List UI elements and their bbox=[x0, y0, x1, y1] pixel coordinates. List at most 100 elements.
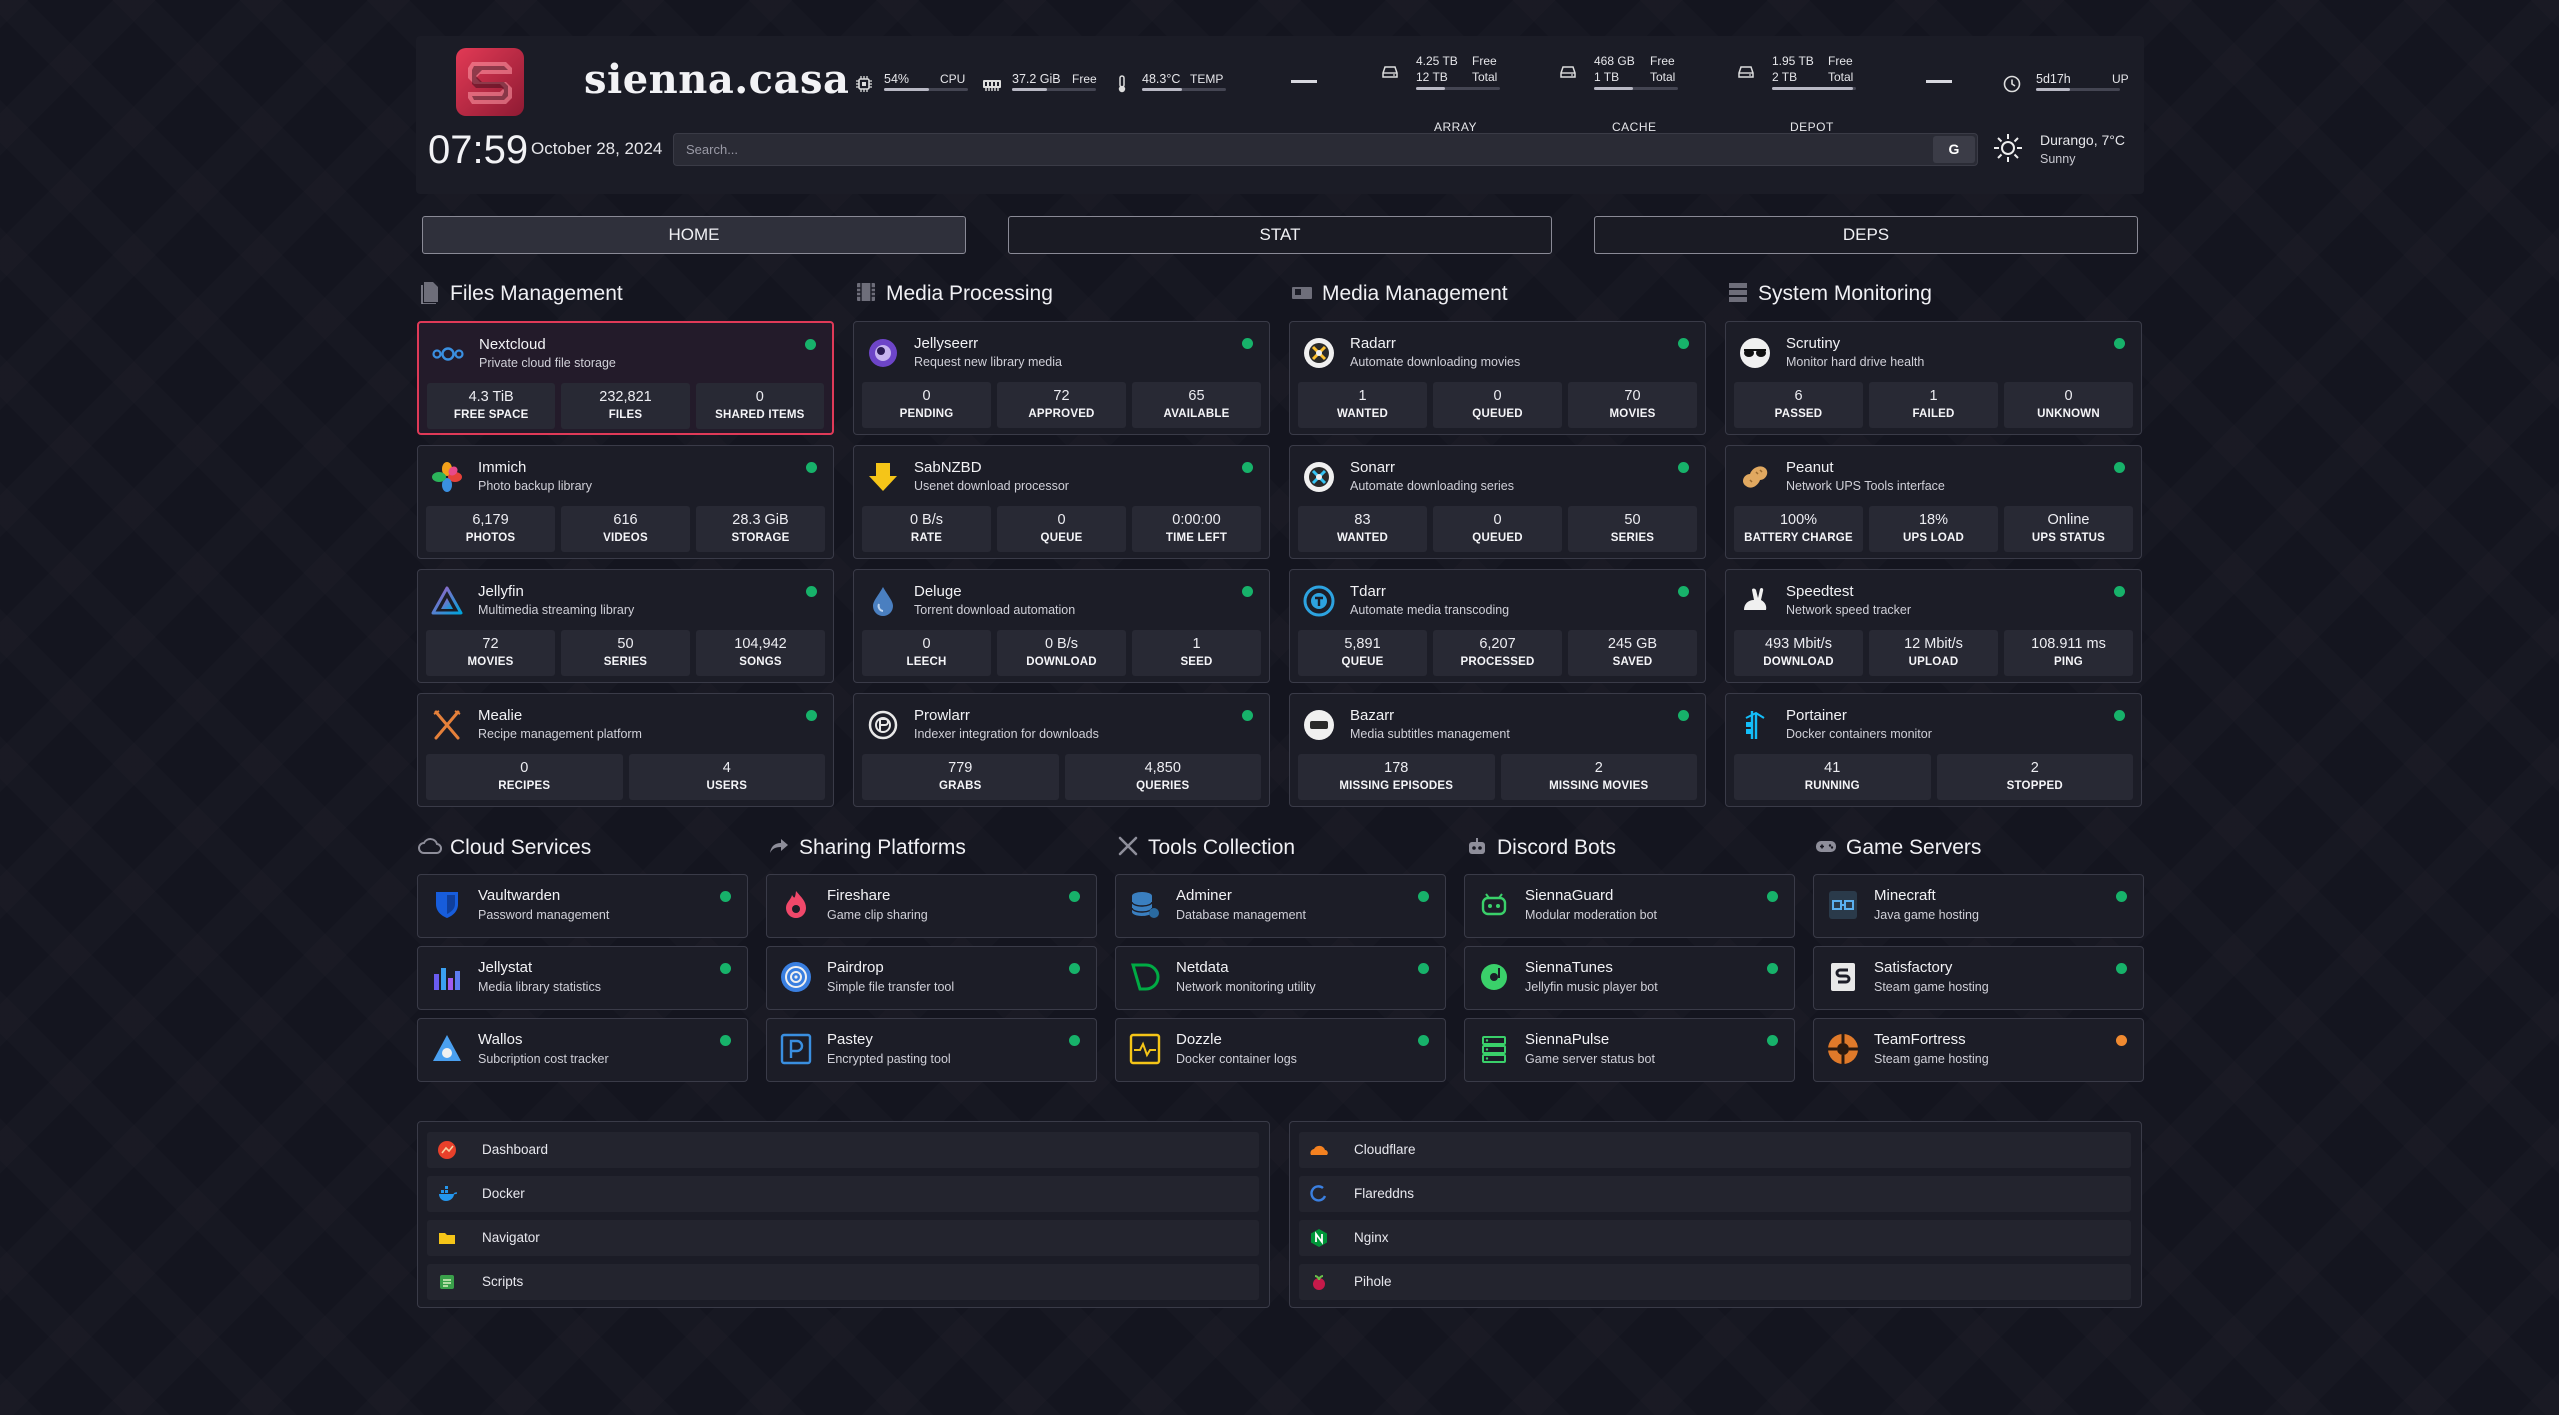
service-card-minecraft[interactable]: Minecraft Java game hosting bbox=[1813, 874, 2144, 938]
tab-home[interactable]: HOME bbox=[422, 216, 966, 254]
service-card-jellyfin[interactable]: Jellyfin Multimedia streaming library 72… bbox=[417, 569, 834, 683]
stat-value: 41 bbox=[1824, 760, 1841, 776]
disk-total-label: Total bbox=[1650, 70, 1676, 84]
service-card-jellyseerr[interactable]: Jellyseerr Request new library media 0 PE… bbox=[853, 321, 1270, 435]
stat-label: WANTED bbox=[1336, 408, 1389, 420]
disk-total-value: 1 TB bbox=[1594, 70, 1620, 84]
stat-value: 0 B/s bbox=[909, 512, 944, 528]
service-description: Java game hosting bbox=[1874, 908, 1979, 922]
search-engine-button[interactable]: G bbox=[1933, 136, 1975, 163]
section-title: Media Processing bbox=[886, 282, 1053, 305]
service-card-bazarr[interactable]: Bazarr Media subtitles management 178 MIS… bbox=[1289, 693, 1706, 807]
stat-block: 108.911 ms PING bbox=[2004, 630, 2133, 676]
bookmark-cloudflare[interactable]: Cloudflare bbox=[1299, 1132, 2131, 1168]
stat-value: 0 bbox=[2064, 388, 2073, 404]
stat-block: 0 PENDING bbox=[862, 382, 991, 428]
service-card-adminer[interactable]: Adminer Database management bbox=[1115, 874, 1446, 938]
stat-block: 41 RUNNING bbox=[1734, 754, 1931, 800]
raspberry-icon bbox=[1313, 1275, 1325, 1290]
service-card-peanut[interactable]: Peanut Network UPS Tools interface 100% B… bbox=[1725, 445, 2142, 559]
service-card-siennaguard[interactable]: SiennaGuard Modular moderation bot bbox=[1464, 874, 1795, 938]
service-card-prowlarr[interactable]: Prowlarr Indexer integration for downloa… bbox=[853, 693, 1270, 807]
bookmark-nginx[interactable]: Nginx bbox=[1299, 1220, 2131, 1256]
service-card-scrutiny[interactable]: Scrutiny Monitor hard drive health 6 PASS… bbox=[1725, 321, 2142, 435]
service-card-vaultwarden[interactable]: Vaultwarden Password management bbox=[417, 874, 748, 938]
stat-label: DOWNLOAD bbox=[1763, 656, 1834, 668]
service-description: Automate media transcoding bbox=[1350, 603, 1510, 617]
service-card-pastey[interactable]: Pastey Encrypted pasting tool bbox=[766, 1018, 1097, 1082]
service-stats: 72 MOVIES 50 SERIES 104,942 SONGS bbox=[426, 630, 825, 676]
status-indicator bbox=[1678, 710, 1689, 721]
service-card-dozzle[interactable]: Dozzle Docker container logs bbox=[1115, 1018, 1446, 1082]
service-name: Jellyseerr bbox=[914, 335, 979, 352]
bookmark-flareddns[interactable]: Flareddns bbox=[1299, 1176, 2131, 1212]
service-card-siennapulse[interactable]: SiennaPulse Game server status bot bbox=[1464, 1018, 1795, 1082]
uptime-value: 5d17h bbox=[2036, 72, 2071, 86]
stat-value: 779 bbox=[948, 760, 973, 776]
stat-label: PHOTOS bbox=[465, 532, 516, 544]
service-card-speedtest[interactable]: Speedtest Network speed tracker 493 Mbit… bbox=[1725, 569, 2142, 683]
bookmark-scripts[interactable]: Scripts bbox=[427, 1264, 1259, 1300]
service-card-netdata[interactable]: Netdata Network monitoring utility bbox=[1115, 946, 1446, 1010]
service-card-pairdrop[interactable]: Pairdrop Simple file transfer tool bbox=[766, 946, 1097, 1010]
stat-value: 2 bbox=[2030, 760, 2039, 776]
tab-deps[interactable]: DEPS bbox=[1594, 216, 2138, 254]
service-card-teamfortress[interactable]: TeamFortress Steam game hosting bbox=[1813, 1018, 2144, 1082]
status-indicator bbox=[1418, 963, 1429, 974]
flareddns-icon bbox=[1310, 1185, 1327, 1202]
service-name: Immich bbox=[478, 459, 527, 476]
service-description: Network speed tracker bbox=[1786, 603, 1912, 617]
search-input[interactable] bbox=[674, 134, 1929, 165]
service-card-wallos[interactable]: Wallos Subcription cost tracker bbox=[417, 1018, 748, 1082]
bookmark-dashboard[interactable]: Dashboard bbox=[427, 1132, 1259, 1168]
service-card-nextcloud[interactable]: Nextcloud Private cloud file storage 4.3… bbox=[417, 321, 834, 435]
service-name: SabNZBD bbox=[914, 459, 982, 476]
stat-block: 493 Mbit/s DOWNLOAD bbox=[1734, 630, 1863, 676]
stat-label: QUERIES bbox=[1136, 780, 1190, 792]
stat-label: UNKNOWN bbox=[2037, 408, 2100, 420]
bookmark-pihole[interactable]: Pihole bbox=[1299, 1264, 2131, 1300]
service-card-sonarr[interactable]: Sonarr Automate downloading series 83 WAN… bbox=[1289, 445, 1706, 559]
stat-block: 2 MISSING MOVIES bbox=[1500, 754, 1697, 800]
stat-value: 5,891 bbox=[1344, 636, 1381, 652]
service-description: Media subtitles management bbox=[1350, 727, 1510, 741]
stat-label: PENDING bbox=[899, 408, 954, 420]
service-card-mealie[interactable]: Mealie Recipe management platform 0 RECIP… bbox=[417, 693, 834, 807]
bookmark-navigator[interactable]: Navigator bbox=[427, 1220, 1259, 1256]
service-card-immich[interactable]: Immich Photo backup library 6,179 PHOTOS … bbox=[417, 445, 834, 559]
disk-name: ARRAY bbox=[1434, 120, 1477, 134]
bookmark-docker[interactable]: Docker bbox=[427, 1176, 1259, 1212]
service-card-sabnzbd[interactable]: SabNZBD Usenet download processor 0 B/s R… bbox=[853, 445, 1270, 559]
service-stats: 100% BATTERY CHARGE 18% UPS LOAD Online UPS… bbox=[1734, 506, 2133, 552]
service-card-jellystat[interactable]: Jellystat Media library statistics bbox=[417, 946, 748, 1010]
stat-value: Online bbox=[2047, 512, 2090, 528]
service-card-fireshare[interactable]: Fireshare Game clip sharing bbox=[766, 874, 1097, 938]
tab-stat[interactable]: STAT bbox=[1008, 216, 1552, 254]
stat-value: 0 bbox=[755, 389, 764, 405]
service-card-portainer[interactable]: Portainer Docker containers monitor 41 RU… bbox=[1725, 693, 2142, 807]
service-card-satisfactory[interactable]: Satisfactory Steam game hosting bbox=[1813, 946, 2144, 1010]
service-stats: 0 B/s RATE 0 QUEUE 0:00:00 TIME LEFT bbox=[862, 506, 1261, 552]
service-card-deluge[interactable]: Deluge Torrent download automation 0 LEEC… bbox=[853, 569, 1270, 683]
bookmark-label: Pihole bbox=[1354, 1274, 1392, 1289]
stat-block: 1 WANTED bbox=[1298, 382, 1427, 428]
stat-label: STORAGE bbox=[731, 532, 790, 544]
service-description: Automate downloading series bbox=[1350, 479, 1514, 493]
service-card-siennatunes[interactable]: SiennaTunes Jellyfin music player bot bbox=[1464, 946, 1795, 1010]
stat-block: 104,942 SONGS bbox=[696, 630, 825, 676]
service-card-tdarr[interactable]: Tdarr Automate media transcoding 5,891 QU… bbox=[1289, 569, 1706, 683]
site-logo-icon[interactable] bbox=[456, 48, 524, 116]
nextcloud-icon bbox=[432, 347, 464, 361]
dashboard-icon bbox=[438, 1141, 456, 1159]
status-indicator bbox=[1242, 462, 1253, 473]
stat-label: UPS LOAD bbox=[1902, 532, 1965, 544]
download-arrow-icon bbox=[869, 463, 897, 491]
stat-label: RATE bbox=[910, 532, 943, 544]
service-card-radarr[interactable]: Radarr Automate downloading movies 1 WANT… bbox=[1289, 321, 1706, 435]
service-description: Game clip sharing bbox=[827, 908, 928, 922]
stat-value: 0 bbox=[520, 760, 529, 776]
stat-block: 83 WANTED bbox=[1298, 506, 1427, 552]
section-title: Sharing Platforms bbox=[799, 836, 966, 859]
clock-time: 07:59 bbox=[428, 128, 529, 172]
stat-label: QUEUE bbox=[1341, 656, 1384, 668]
